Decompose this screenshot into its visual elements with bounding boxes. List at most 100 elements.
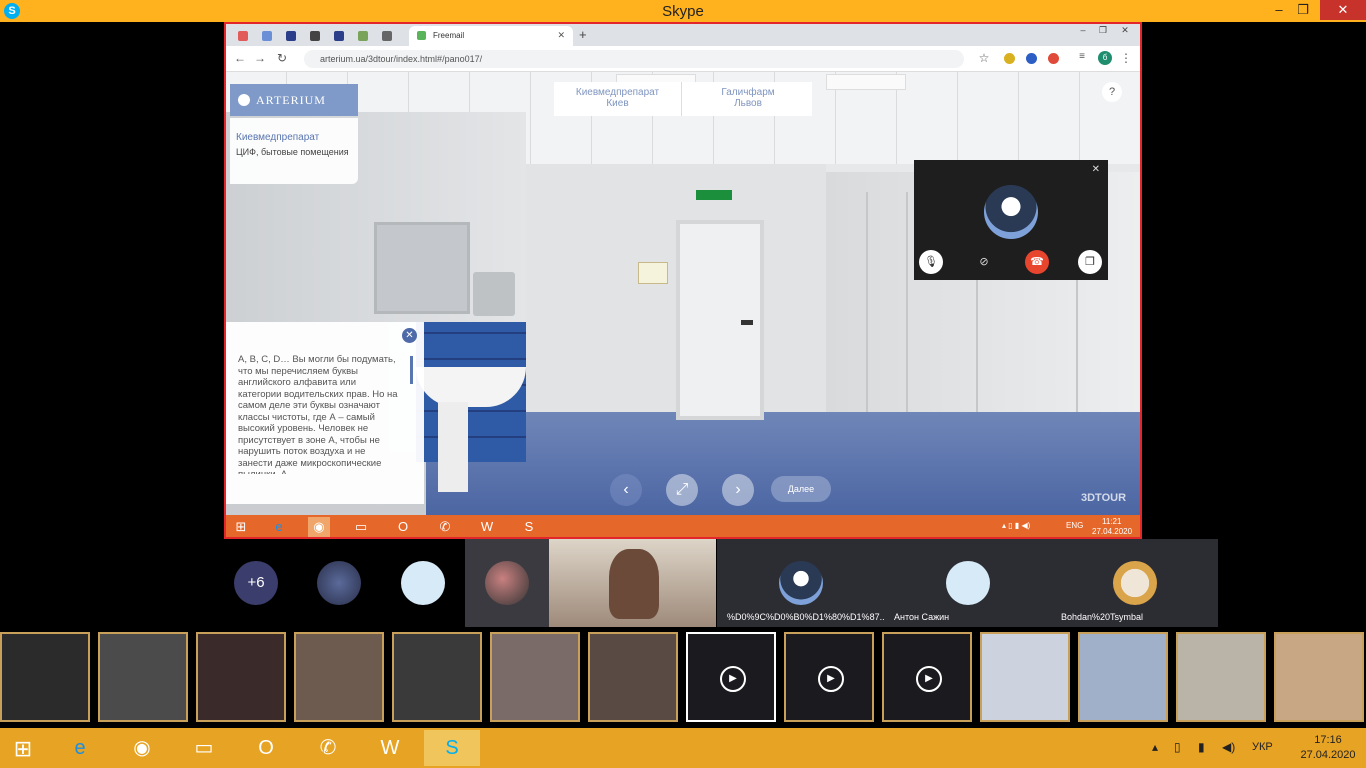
extension-icon[interactable] <box>1004 53 1015 64</box>
skype-icon[interactable]: S <box>424 730 480 766</box>
volume-icon[interactable]: ◀) <box>1222 740 1235 754</box>
previous-icon[interactable]: ‹ <box>610 474 642 506</box>
signal-icon[interactable]: ▮ <box>1198 740 1205 754</box>
browser-tab[interactable] <box>352 27 374 46</box>
profile-avatar[interactable]: б <box>1098 51 1112 65</box>
play-icon[interactable]: ▶ <box>720 666 746 692</box>
more-participants-button[interactable]: +6 <box>234 561 278 605</box>
participant-avatar-default[interactable] <box>401 561 445 605</box>
mirror <box>374 222 470 314</box>
window-thumbnail[interactable] <box>1274 632 1364 722</box>
next-button[interactable]: Далее <box>771 476 831 502</box>
window-thumbnail[interactable] <box>98 632 188 722</box>
word-icon[interactable]: W <box>476 517 498 537</box>
skype-icon[interactable]: S <box>518 517 540 537</box>
participant-video <box>609 549 659 619</box>
chrome-icon[interactable]: ◉ <box>114 730 170 766</box>
browser-tab[interactable] <box>376 27 398 46</box>
microphone-icon[interactable]: 🎙 <box>919 250 943 274</box>
browser-tab[interactable] <box>280 27 302 46</box>
chrome-icon[interactable]: ◉ <box>308 517 330 537</box>
info-scrollbar[interactable] <box>410 356 413 384</box>
tab-kyivmedpreparat[interactable]: Киевмедпрепарат Киев <box>554 82 682 116</box>
windows-start-icon[interactable]: ⊞ <box>230 517 252 537</box>
new-tab-icon[interactable]: + <box>579 27 587 42</box>
browser-minimize-icon[interactable]: – <box>1072 25 1094 35</box>
tray-device-icon[interactable]: ▯ <box>1174 740 1181 754</box>
viber-icon[interactable]: ✆ <box>434 517 456 537</box>
participant-tile[interactable]: Антон Сажин <box>884 539 1051 627</box>
browser-tab[interactable] <box>232 27 254 46</box>
browser-tab-active[interactable]: Freemail ✕ <box>409 26 573 46</box>
switch-window-icon[interactable]: ❐ <box>1078 250 1102 274</box>
call-close-icon[interactable]: ✕ <box>1092 164 1100 175</box>
next-icon[interactable]: › <box>722 474 754 506</box>
window-thumbnail[interactable] <box>980 632 1070 722</box>
play-icon[interactable]: ▶ <box>818 666 844 692</box>
file-explorer-icon[interactable]: ▭ <box>350 517 372 537</box>
window-thumbnail[interactable]: ▶ <box>784 632 874 722</box>
tab-halychfarm[interactable]: Галичфарм Львов <box>684 82 812 116</box>
internet-explorer-icon[interactable]: e <box>52 730 108 766</box>
browser-menu-icon[interactable]: ⋮ <box>1118 51 1134 65</box>
participant-tile[interactable]: %D0%9C%D0%B0%D1%80%D1%87... <box>717 539 884 627</box>
extensions-menu-icon[interactable]: ≡ <box>1074 51 1090 62</box>
browser-close-icon[interactable]: ✕ <box>1114 25 1136 36</box>
clock[interactable]: 17:16 27.04.2020 <box>1296 733 1360 763</box>
participant-video-tile[interactable] <box>549 539 716 627</box>
tab-close-icon[interactable]: ✕ <box>557 30 565 41</box>
bookmark-star-icon[interactable]: ☆ <box>976 51 992 65</box>
keyboard-language[interactable]: УКР <box>1252 741 1273 753</box>
participant-tile[interactable] <box>465 539 549 627</box>
browser-maximize-icon[interactable]: ❐ <box>1092 25 1114 36</box>
window-thumbnail[interactable] <box>1078 632 1168 722</box>
opera-icon[interactable]: O <box>392 517 414 537</box>
window-thumbnail[interactable] <box>490 632 580 722</box>
file-explorer-icon[interactable]: ▭ <box>176 730 232 766</box>
internet-explorer-icon[interactable]: e <box>268 517 290 537</box>
close-button[interactable]: ✕ <box>1320 0 1366 20</box>
forward-icon[interactable]: → <box>252 51 268 65</box>
help-button[interactable]: ? <box>1102 82 1122 102</box>
penguin-avatar <box>779 561 823 605</box>
window-thumbnail[interactable] <box>196 632 286 722</box>
info-panel: ✕ А, В, С, D… Вы могли бы подумать, что … <box>226 322 424 504</box>
window-thumbnail[interactable]: ▶ <box>882 632 972 722</box>
opera-icon[interactable]: O <box>238 730 294 766</box>
camera-off-icon[interactable]: ⊘ <box>972 250 996 274</box>
hang-up-icon[interactable]: ☎ <box>1025 250 1049 274</box>
window-thumbnail[interactable] <box>1176 632 1266 722</box>
window-thumbnail[interactable] <box>588 632 678 722</box>
tray-expand-icon[interactable]: ▴ <box>1152 740 1158 754</box>
fullscreen-icon[interactable]: ⤢ <box>666 474 698 506</box>
maximize-button[interactable]: ❐ <box>1286 0 1320 20</box>
default-avatar <box>946 561 990 605</box>
back-icon[interactable]: ← <box>232 51 248 65</box>
arterium-logo[interactable]: ARTERIUM <box>230 84 358 116</box>
clock-time: 17:16 <box>1314 734 1342 746</box>
windows-start-icon[interactable]: ⊞ <box>6 736 40 762</box>
browser-tab-strip: Freemail ✕ + – ❐ ✕ <box>226 24 1140 46</box>
panorama-view[interactable]: ARTERIUM Киевмедпрепарат ЦИФ, бытовые по… <box>226 72 1140 515</box>
word-icon[interactable]: W <box>362 730 418 766</box>
participant-tile[interactable]: Bohdan%20Tsymbal <box>1051 539 1218 627</box>
window-thumbnail-selected[interactable]: ▶ <box>686 632 776 722</box>
hand-dryer <box>473 272 515 316</box>
window-thumbnail[interactable] <box>0 632 90 722</box>
tray-icons[interactable]: ▴ ▯ ▮ ◀) <box>1002 521 1030 530</box>
viber-icon[interactable]: ✆ <box>300 730 356 766</box>
reload-icon[interactable]: ↻ <box>274 51 290 65</box>
window-thumbnail[interactable] <box>294 632 384 722</box>
browser-toolbar: ← → ↻ arterium.ua/3dtour/index.html#/pan… <box>226 46 1140 72</box>
window-thumbnail[interactable] <box>392 632 482 722</box>
play-icon[interactable]: ▶ <box>916 666 942 692</box>
info-close-icon[interactable]: ✕ <box>402 328 417 343</box>
extension-icon[interactable] <box>1048 53 1059 64</box>
extension-icon[interactable] <box>1026 53 1037 64</box>
address-bar[interactable]: arterium.ua/3dtour/index.html#/pano017/ <box>304 50 964 68</box>
tray-language[interactable]: ENG <box>1066 521 1083 530</box>
participant-avatar[interactable] <box>317 561 361 605</box>
browser-tab[interactable] <box>328 27 350 46</box>
browser-tab[interactable] <box>256 27 278 46</box>
browser-tab[interactable] <box>304 27 326 46</box>
